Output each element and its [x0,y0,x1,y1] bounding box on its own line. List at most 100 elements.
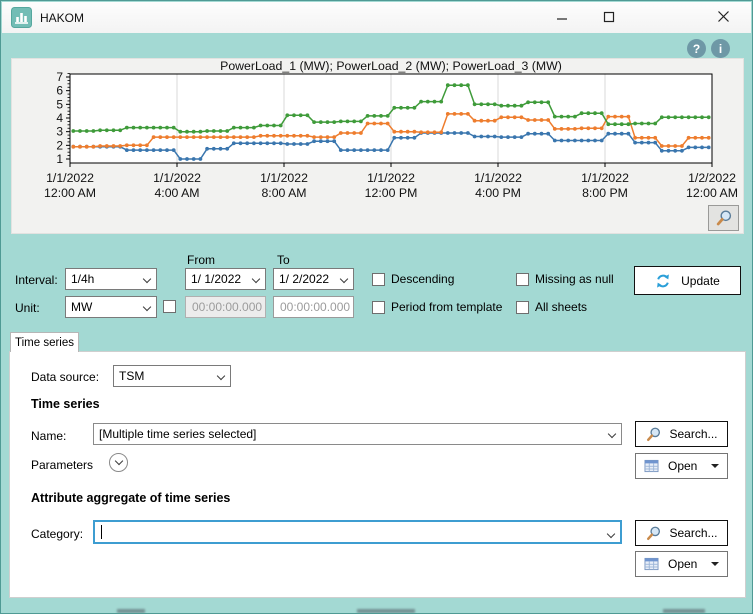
maximize-icon [603,11,615,23]
data-source-combobox[interactable]: TSM [113,365,231,387]
all-sheets-label: All sheets [535,300,587,314]
search-icon [645,426,662,443]
name-value: [Multiple time series selected] [99,427,256,441]
descending-label: Descending [391,272,454,286]
info-icon: i [719,42,722,56]
time-series-heading: Time series [31,397,100,411]
window-title: HAKOM [40,11,84,25]
all-sheets-checkbox[interactable]: All sheets [516,300,587,314]
chevron-down-icon [607,530,615,538]
missing-as-null-checkbox[interactable]: Missing as null [516,272,614,286]
maximize-button[interactable] [592,1,626,32]
chart-zoom-button[interactable] [708,205,739,231]
minimize-icon [556,11,568,23]
name-label: Name: [31,429,66,443]
parameters-expander-button[interactable] [109,453,128,472]
update-button[interactable]: Update [634,266,741,295]
svg-text:8:00 AM: 8:00 AM [261,186,306,200]
svg-text:1/1/2022: 1/1/2022 [260,171,308,185]
search-icon [645,525,662,542]
close-button[interactable] [706,1,740,32]
svg-text:7: 7 [56,70,63,84]
chevron-down-icon [143,275,151,283]
chevron-down-icon [608,430,616,438]
svg-text:PowerLoad_1 (MW); PowerLoad_2: PowerLoad_1 (MW); PowerLoad_2 (MW); Powe… [220,59,562,73]
update-label: Update [681,274,720,288]
dropdown-arrow-icon [711,464,719,468]
svg-text:3: 3 [56,125,63,139]
checkbox-box [163,300,176,313]
tab-time-series[interactable]: Time series [10,332,79,352]
table-icon [644,459,659,473]
svg-text:12:00 AM: 12:00 AM [686,186,738,200]
from-time-field: 00:00:00.000 [185,296,266,318]
to-time-value: 00:00:00.000 [280,300,350,314]
magnifier-icon [715,209,733,227]
missing-as-null-label: Missing as null [535,272,614,286]
from-time-value: 00:00:00.000 [192,300,262,314]
time-series-chart: 12345671/1/202212:00 AM1/1/20224:00 AM1/… [12,59,745,235]
open-label: Open [668,557,697,571]
background-window-artifact [357,609,415,613]
text-caret [101,525,102,539]
time-enable-checkbox[interactable] [163,299,182,313]
svg-text:1/1/2022: 1/1/2022 [367,171,415,185]
unit-label: Unit: [15,301,40,315]
help-icon: ? [693,42,700,56]
app-icon [11,7,32,28]
period-from-template-label: Period from template [391,300,502,314]
checkbox-box [516,273,529,286]
to-date-value: 1/ 2/2022 [279,272,329,286]
titlebar: HAKOM [2,2,751,33]
category-combobox[interactable] [93,520,622,544]
svg-text:8:00 PM: 8:00 PM [582,186,628,200]
search-category-button[interactable]: Search... [635,520,728,546]
svg-text:2: 2 [56,138,63,152]
open-timeseries-button[interactable]: Open [635,453,728,479]
search-label: Search... [669,526,717,540]
to-time-field[interactable]: 00:00:00.000 [273,296,354,318]
refresh-icon [655,273,671,289]
search-label: Search... [669,427,717,441]
unit-combobox[interactable]: MW [65,296,157,318]
chevron-down-icon [340,275,348,283]
checkbox-box [372,301,385,314]
background-window-artifact [663,609,705,613]
period-from-template-checkbox[interactable]: Period from template [372,300,502,314]
search-name-button[interactable]: Search... [635,421,728,447]
hakom-window: HAKOM ? i 1234567 1/1/2022 12:00 AM 1/1/202… [0,0,753,614]
data-source-value: TSM [119,369,144,383]
from-date-picker[interactable]: 1/ 1/2022 [185,268,266,290]
interval-combobox[interactable]: 1/4h [65,268,157,290]
help-button[interactable]: ? [687,39,706,58]
svg-text:12:00 AM: 12:00 AM [44,186,96,200]
interval-value: 1/4h [71,272,94,286]
category-label: Category: [31,527,83,541]
tab-label: Time series [15,337,74,349]
to-date-picker[interactable]: 1/ 2/2022 [273,268,354,290]
svg-text:4: 4 [56,111,63,125]
svg-text:1/2/2022: 1/2/2022 [688,171,736,185]
checkbox-box [516,301,529,314]
svg-text:12:00 PM: 12:00 PM [365,186,418,200]
svg-text:4:00 PM: 4:00 PM [475,186,521,200]
table-icon [644,557,659,571]
open-category-button[interactable]: Open [635,551,728,577]
chevron-down-icon [252,275,260,283]
minimize-button[interactable] [545,1,579,32]
svg-text:1/1/2022: 1/1/2022 [474,171,522,185]
interval-label: Interval: [15,273,58,287]
dropdown-arrow-icon [711,562,719,566]
name-combobox[interactable]: [Multiple time series selected] [93,423,622,445]
svg-text:1: 1 [56,152,63,166]
descending-checkbox[interactable]: Descending [372,272,454,286]
from-date-value: 1/ 1/2022 [191,272,241,286]
from-label: From [187,253,215,267]
svg-text:5: 5 [56,97,63,111]
background-window-artifact [117,609,145,613]
svg-text:6: 6 [56,84,63,98]
chart-panel: 12345671/1/202212:00 AM1/1/20224:00 AM1/… [11,58,744,234]
info-button[interactable]: i [711,39,730,58]
chevron-down-icon [217,372,225,380]
parameters-label: Parameters [31,458,93,472]
